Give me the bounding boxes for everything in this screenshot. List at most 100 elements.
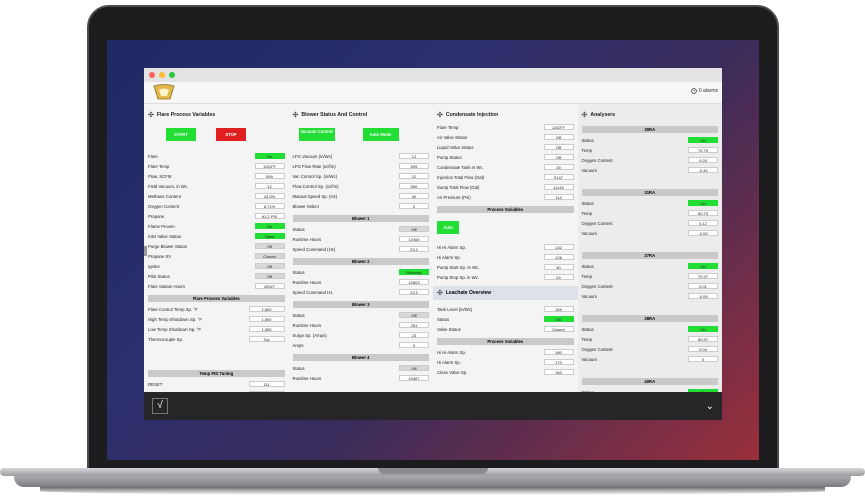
data-row: Blower Select 2 [293,201,429,211]
row-label: Flare Temp [437,124,459,130]
data-row: Flare Station Hours 40927 [148,281,285,291]
row-value: 11143 [543,183,574,191]
close-window-button[interactable] [149,72,155,78]
row-value[interactable]: 111 [248,380,285,388]
condensate-pv-header: Process Variables [437,206,574,213]
data-row: Propane 61.2 PSI [148,211,285,221]
vacuum-control-button[interactable]: Vacuum Control [298,128,335,141]
data-row: Purge Blower Status Off [148,241,285,251]
analysers-title: Analysers [590,112,616,118]
row-label: Low Temp Shutdown Sp. °F [148,326,201,332]
row-value: Off [543,143,574,151]
row-value: 61.2 PSI [254,212,285,220]
analysers-column: ✣ Analysers 30RA Status On Temp 70.79 Oxygen … [577,104,722,392]
flare-title: Flare Process Variables [156,112,216,118]
row-value: 251 [399,321,429,329]
county-logo [153,84,175,100]
data-row: Flow, SCFM 599 [148,171,285,181]
row-label: Status [581,263,594,269]
row-value[interactable]: 24 [543,273,574,281]
data-row: Flare Temp 1263°F [148,161,285,171]
minimize-window-button[interactable] [159,72,165,78]
row-label: Air Pressure (Psi) [437,194,471,200]
row-value[interactable]: Top [248,335,285,343]
row-label: Runtime Hours [292,279,322,285]
data-row: LFG Flow Rate (scf/m) 599 [293,161,429,171]
window-titlebar [144,68,722,82]
row-label: Hi Alarm Sp. [437,254,461,260]
row-value: -0.45 [688,166,718,174]
row-label: Propane [148,213,165,219]
row-label: Pump Status [437,154,462,160]
side-panel-handle[interactable] [144,246,147,256]
row-value: 599 [254,172,285,180]
alarms-indicator[interactable]: 0 alarms [691,88,718,94]
data-row: Oxygen Content 8.71% [148,201,285,211]
data-row: Runtime Hours 12803 [292,277,429,287]
data-row: Flare Temp 1263°F [437,122,574,132]
row-value: Off [543,133,574,141]
data-row: Ignitor Off [148,261,285,271]
row-label: Valve Status [437,326,461,332]
row-value[interactable]: 126 [543,253,574,261]
row-label: Surge Sp. (Amps) [292,332,327,338]
row-label: Injection Total Flow (Gal) [437,174,485,180]
row-value: 43.5% [254,192,285,200]
row-value: 0.01 [688,282,718,290]
row-label: Methane Content [148,193,181,199]
row-value[interactable]: 550 [399,182,429,190]
analysers-header: ✣ Analysers [582,108,719,122]
row-value[interactable]: 132 [543,243,574,251]
data-row: Field Vacuum, in Wc. 12 [148,181,285,191]
row-value: 60.73 [688,209,718,217]
row-value[interactable]: 12 [399,152,429,160]
row-value: On [254,222,285,230]
row-value[interactable]: 1,050 [248,325,285,333]
data-row: Close Valve Sp. 160 [437,367,574,377]
row-value[interactable]: 12 [399,172,429,180]
row-value[interactable]: 1,800 [248,315,285,323]
row-value: 23.2 [399,288,429,296]
start-button[interactable]: START [166,128,196,141]
row-label: Vacuum [581,230,597,236]
data-row: Status Running [292,267,429,277]
row-label: Status [581,200,594,206]
row-value[interactable]: 40 [399,192,429,200]
row-value: 1263°F [543,123,574,131]
fan-icon: ✣ [148,112,154,119]
row-label: Flare Control Temp Sp. °F [148,306,198,312]
row-label: Status [292,226,305,232]
data-row: Temp 70.79 [582,145,718,155]
row-value: 1263°F [254,162,285,170]
row-label: Manual Speed Sp. (Hz) [292,193,338,199]
row-value[interactable]: 599 [399,162,429,170]
row-value[interactable]: 170 [543,358,574,366]
data-row: Hi Hi Alarm Sp. 132 [437,242,574,252]
alarms-label: 0 alarms [698,88,718,94]
data-row: Inlet Valve Status Open [148,231,285,241]
maximize-window-button[interactable] [169,72,175,78]
auto-button[interactable]: Auto [437,221,459,234]
row-label: High Temp Shutdown Sp. °F [148,316,202,322]
row-value[interactable]: 180 [543,348,574,356]
data-row: Status On [581,198,718,208]
auto-mode-button[interactable]: Auto Mode [362,128,399,141]
check-button[interactable]: √ [152,398,168,414]
row-label: Status [292,269,305,275]
app-header: 0 alarms [144,82,722,104]
row-value: 0.03 [688,156,718,164]
fan-icon: ✣ [292,112,299,119]
row-value[interactable]: 2 [399,202,429,210]
blower-4-header: Blower 4 [292,354,429,361]
row-value: 40927 [254,282,285,290]
chevron-down-icon[interactable]: ⌄ [706,401,714,412]
row-label: Condensate Tank In Wc. [437,164,484,170]
data-row: Low Temp Shutdown Sp. °F 1,050 [148,324,285,334]
row-value[interactable]: 1,600 [248,305,285,313]
data-row: Hi Hi Alarm Sp. 180 [437,347,574,357]
stop-button[interactable]: STOP [216,128,246,141]
row-value[interactable]: 40 [543,263,574,271]
row-label: Status [581,137,594,143]
data-row: Oxygen Content 0.12 [582,218,718,228]
row-value[interactable]: 160 [543,368,574,376]
